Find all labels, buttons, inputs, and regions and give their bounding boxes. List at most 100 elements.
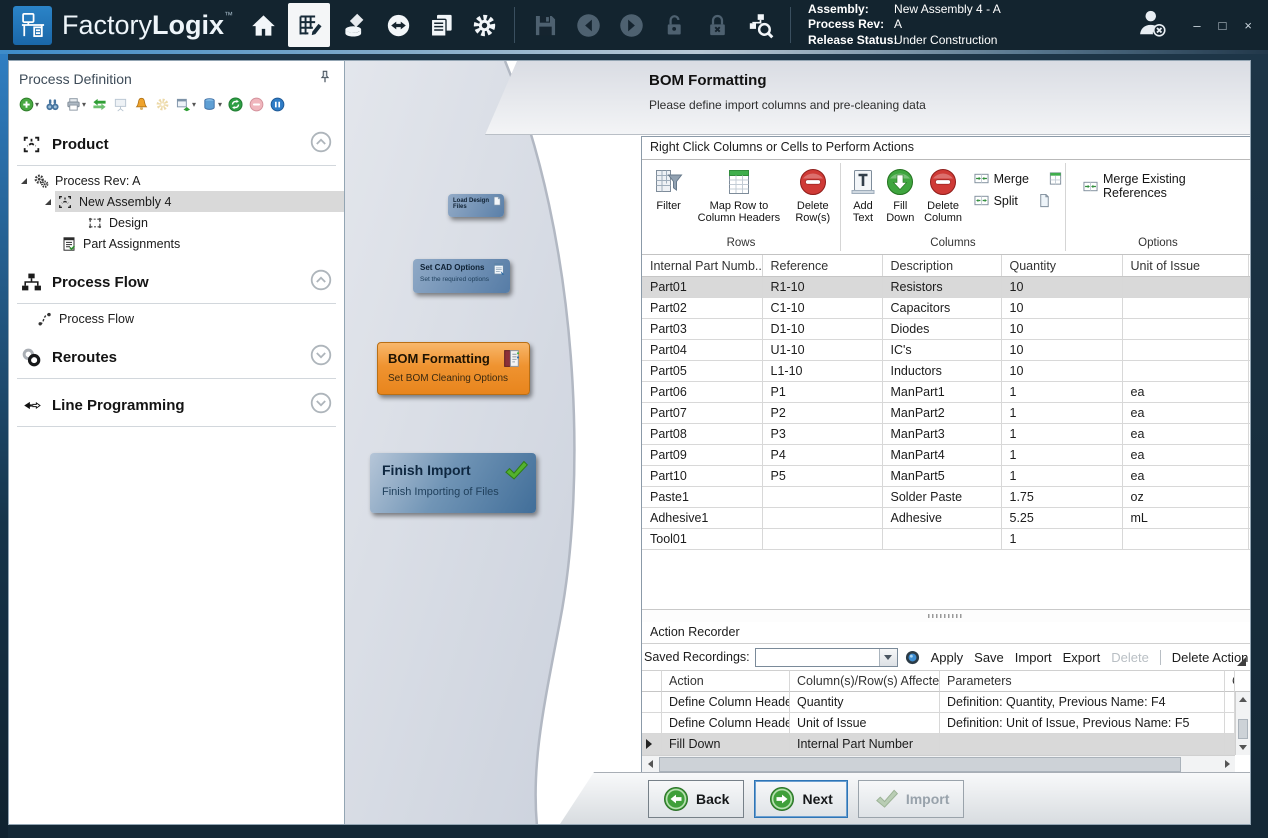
- presentation-button[interactable]: [111, 95, 130, 114]
- recorder-cell-parameters[interactable]: Definition: Unit of Issue, Previous Name…: [940, 713, 1225, 734]
- settings-button[interactable]: [466, 7, 502, 43]
- vertical-scrollbar[interactable]: [1235, 692, 1250, 755]
- process-search-button[interactable]: [742, 7, 778, 43]
- bom-cell-empty[interactable]: [1248, 277, 1250, 298]
- bom-cell[interactable]: C1-10: [762, 298, 882, 319]
- bom-cell-empty[interactable]: [1248, 466, 1250, 487]
- filter-button[interactable]: Filter: [647, 165, 690, 214]
- bom-cell[interactable]: ea: [1122, 382, 1248, 403]
- user-logout-button[interactable]: [1137, 8, 1167, 43]
- bom-column-header-reference[interactable]: Reference: [762, 255, 882, 277]
- bom-cell[interactable]: [762, 508, 882, 529]
- bom-cell-empty[interactable]: [1248, 403, 1250, 424]
- bom-row-paste1[interactable]: Paste1Solder Paste1.75oz: [642, 487, 1250, 508]
- tree-item-process-flow[interactable]: Process Flow: [9, 308, 344, 329]
- tree-item-process-rev-a[interactable]: Process Rev: A: [9, 170, 344, 191]
- bom-cell[interactable]: P3: [762, 424, 882, 445]
- scroll-right-button[interactable]: [1219, 760, 1235, 768]
- remove-button[interactable]: [247, 95, 266, 114]
- bom-cell[interactable]: mL: [1122, 508, 1248, 529]
- bom-cell[interactable]: Tool01: [642, 529, 762, 550]
- bom-cell[interactable]: Part07: [642, 403, 762, 424]
- bom-cell-empty[interactable]: [1248, 319, 1250, 340]
- save-button[interactable]: [527, 7, 563, 43]
- bom-cell[interactable]: Adhesive1: [642, 508, 762, 529]
- recorder-cell-parameters[interactable]: Definition: Quantity, Previous Name: F4: [940, 692, 1225, 713]
- bom-cell[interactable]: IC's: [882, 340, 1001, 361]
- recorder-cell-affected[interactable]: Quantity: [790, 692, 940, 713]
- bom-column-header-description[interactable]: Description: [882, 255, 1001, 277]
- bom-cell-empty[interactable]: [1248, 340, 1250, 361]
- section-header-process-flow[interactable]: Process Flow: [9, 260, 344, 303]
- process-definition-button[interactable]: [288, 3, 330, 47]
- documents-button[interactable]: [423, 7, 459, 43]
- printer-button[interactable]: ▾: [64, 95, 88, 114]
- add-plus-button[interactable]: ▾: [17, 95, 41, 114]
- recorder-cell-parameters[interactable]: [940, 734, 1225, 755]
- bom-cell[interactable]: 1: [1001, 403, 1122, 424]
- bom-row-adhesive1[interactable]: Adhesive1Adhesive5.25mL: [642, 508, 1250, 529]
- bom-cell[interactable]: 1: [1001, 529, 1122, 550]
- delete-database-button[interactable]: ▾: [200, 95, 224, 114]
- scrollbar-thumb[interactable]: [1238, 719, 1248, 739]
- bom-row-part08[interactable]: Part08P3ManPart31ea: [642, 424, 1250, 445]
- bom-column-header-unit-of-issue[interactable]: Unit of Issue: [1122, 255, 1248, 277]
- bom-cell[interactable]: Adhesive: [882, 508, 1001, 529]
- record-button[interactable]: [905, 650, 920, 665]
- bom-cell-empty[interactable]: [1248, 424, 1250, 445]
- bom-cell[interactable]: Part09: [642, 445, 762, 466]
- add-text-button[interactable]: Add Text: [846, 165, 880, 227]
- bom-row-part05[interactable]: Part05L1-10Inductors10: [642, 361, 1250, 382]
- delete-row-s-button[interactable]: Delete Row(s): [788, 165, 838, 227]
- bom-cell[interactable]: Part08: [642, 424, 762, 445]
- recorder-cell-extra[interactable]: [1225, 734, 1235, 755]
- bom-cell[interactable]: 1: [1001, 445, 1122, 466]
- bom-cell[interactable]: ea: [1122, 424, 1248, 445]
- map-row-to-column-headers-button[interactable]: Map Row to Column Headers: [692, 165, 785, 227]
- bom-cell[interactable]: Part01: [642, 277, 762, 298]
- bom-cell[interactable]: Solder Paste: [882, 487, 1001, 508]
- bom-cell[interactable]: Part06: [642, 382, 762, 403]
- bom-row-part04[interactable]: Part04U1-10IC's10: [642, 340, 1250, 361]
- recorder-export-button[interactable]: Export: [1063, 650, 1101, 665]
- scrollbar-thumb[interactable]: [659, 757, 1181, 772]
- bom-cell[interactable]: [1122, 277, 1248, 298]
- bom-cell[interactable]: R1-10: [762, 277, 882, 298]
- recorder-cell-extra[interactable]: [1225, 692, 1235, 713]
- maximize-button[interactable]: □: [1219, 19, 1227, 32]
- section-expand-button[interactable]: [310, 344, 332, 371]
- bom-cell-empty[interactable]: [1248, 382, 1250, 403]
- bom-row-part02[interactable]: Part02C1-10Capacitors10: [642, 298, 1250, 319]
- bom-cell[interactable]: Inductors: [882, 361, 1001, 382]
- scroll-left-button[interactable]: [642, 760, 658, 768]
- next-button[interactable]: Next: [754, 780, 847, 818]
- data-import-button[interactable]: [337, 7, 373, 43]
- bom-cell[interactable]: 1: [1001, 466, 1122, 487]
- lock-cancel-button[interactable]: [699, 7, 735, 43]
- bom-row-part10[interactable]: Part10P5ManPart51ea: [642, 466, 1250, 487]
- recorder-cell-action[interactable]: Fill Down: [662, 734, 790, 755]
- bom-cell[interactable]: [1122, 361, 1248, 382]
- bom-cell[interactable]: ManPart3: [882, 424, 1001, 445]
- recorder-import-button[interactable]: Import: [1015, 650, 1052, 665]
- recorder-column-header-action[interactable]: Action: [662, 670, 790, 692]
- undo-button[interactable]: [570, 7, 606, 43]
- resize-grip-icon[interactable]: [1237, 657, 1246, 666]
- bom-cell[interactable]: 1: [1001, 424, 1122, 445]
- pause-button[interactable]: [268, 95, 287, 114]
- bom-grid-empty-area[interactable]: [642, 550, 1250, 609]
- recorder-cell-extra[interactable]: [1225, 713, 1235, 734]
- split-button[interactable]: Split: [974, 193, 1063, 208]
- bom-cell-empty[interactable]: [1248, 487, 1250, 508]
- bom-cell[interactable]: [1122, 298, 1248, 319]
- fill-down-button[interactable]: Fill Down: [882, 165, 919, 227]
- bom-cell[interactable]: Part02: [642, 298, 762, 319]
- binoculars-button[interactable]: [43, 95, 62, 114]
- recorder-row-define-column-header[interactable]: Define Column HeaderQuantityDefinition: …: [642, 692, 1235, 713]
- panel-splitter[interactable]: [642, 609, 1250, 622]
- bom-cell[interactable]: P2: [762, 403, 882, 424]
- bom-cell[interactable]: ManPart2: [882, 403, 1001, 424]
- flow-step-set-cad-options[interactable]: Set CAD OptionsSet the required options: [413, 259, 510, 293]
- section-collapse-button[interactable]: [310, 131, 332, 158]
- home-button[interactable]: [245, 7, 281, 43]
